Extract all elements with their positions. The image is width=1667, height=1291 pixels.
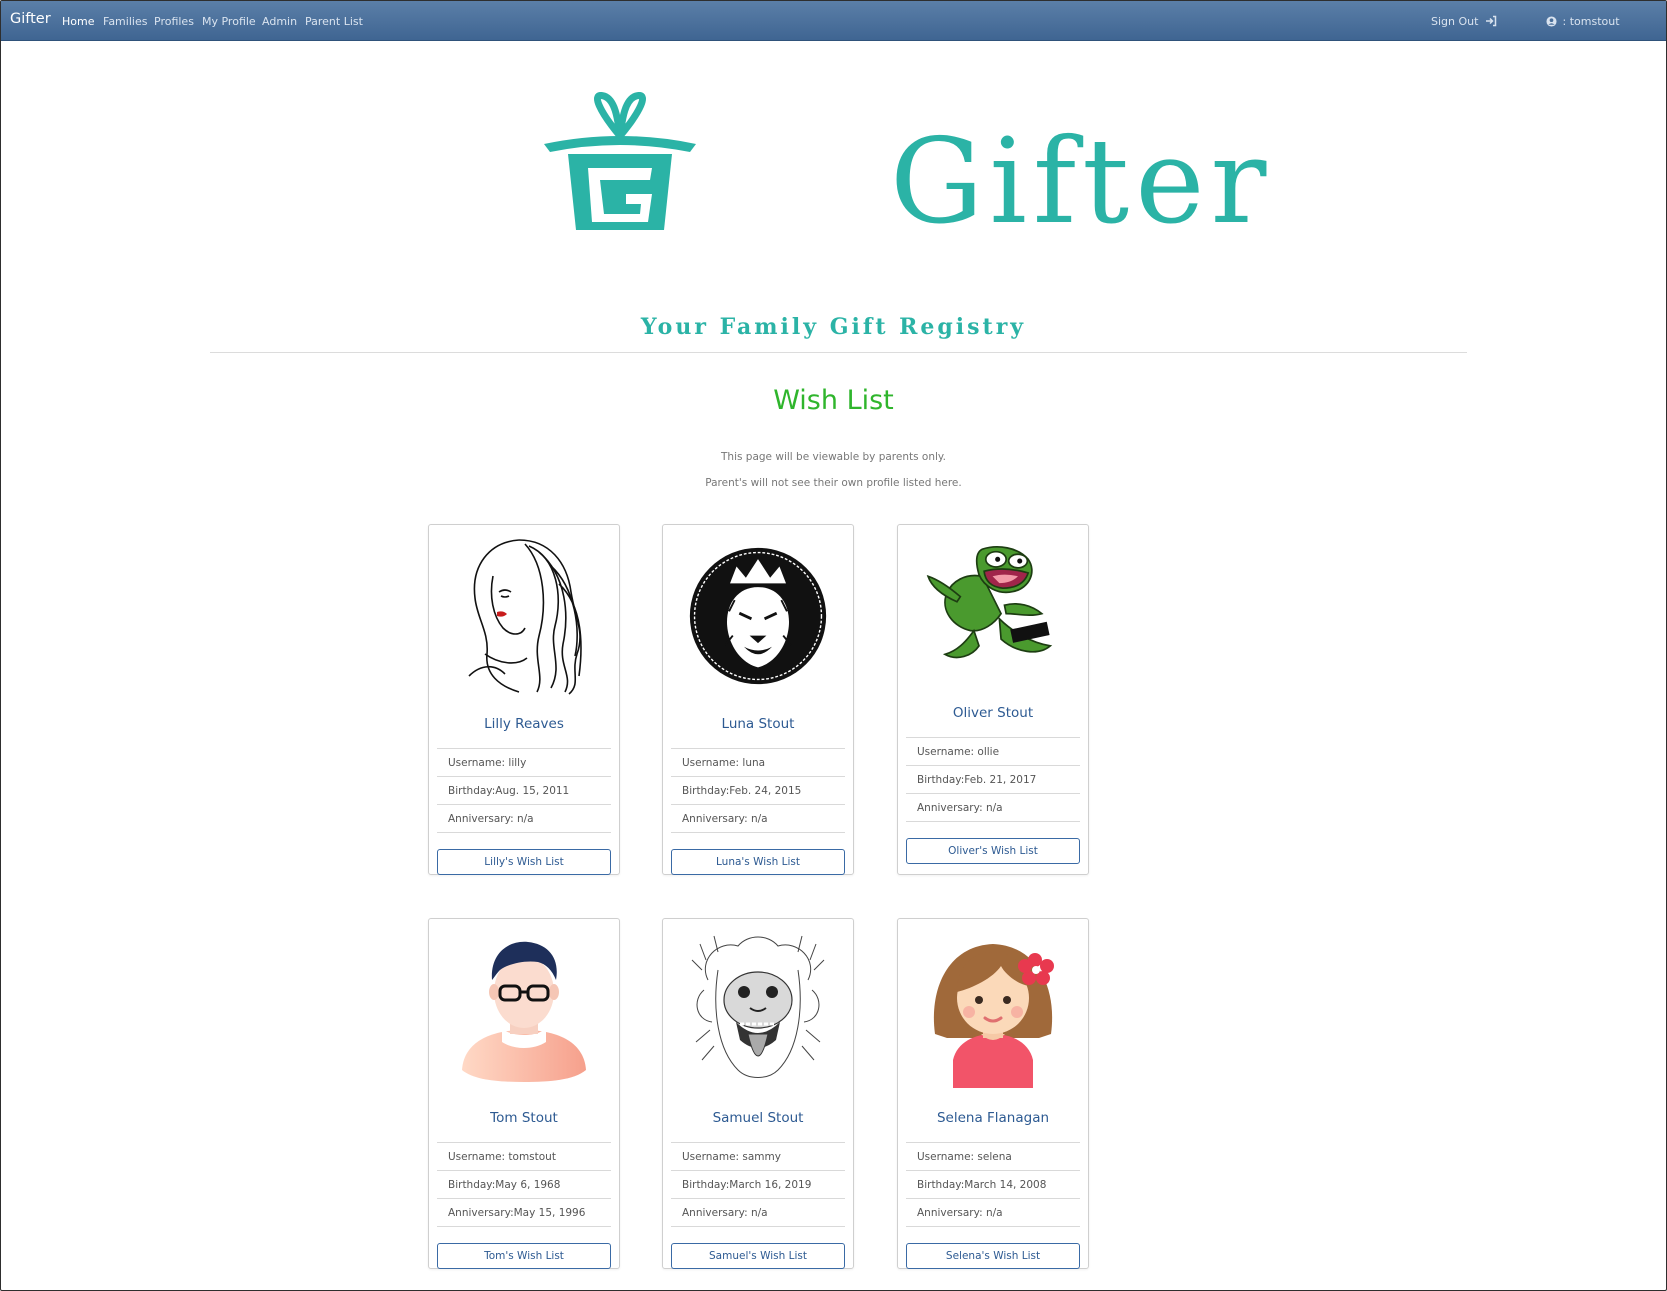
card-divider — [906, 1142, 1080, 1143]
header-divider — [210, 352, 1467, 353]
card-divider — [437, 1226, 611, 1227]
wish-list-button[interactable]: Tom's Wish List — [437, 1243, 611, 1269]
page-title: Wish List — [773, 385, 894, 416]
sign-out-label: Sign Out — [1431, 15, 1479, 28]
profile-anniversary: Anniversary: n/a — [682, 813, 768, 825]
card-divider — [906, 821, 1080, 822]
man-glasses-avatar — [454, 927, 594, 1092]
card-divider — [906, 1170, 1080, 1171]
girl-flower-avatar — [923, 927, 1063, 1092]
nav-link-home[interactable]: Home — [62, 15, 94, 28]
profile-name: Selena Flanagan — [936, 1110, 1050, 1126]
profile-card: Oliver Stout Username: ollie Birthday:Fe… — [897, 524, 1089, 875]
sign-in-icon — [1485, 15, 1497, 27]
card-divider — [671, 1226, 845, 1227]
wish-list-button[interactable]: Selena's Wish List — [906, 1243, 1080, 1269]
profile-card: Selena Flanagan Username: selena Birthda… — [897, 918, 1089, 1269]
top-navbar: Gifter Home Families Profiles My Profile… — [1, 1, 1666, 41]
card-divider — [671, 804, 845, 805]
card-divider — [906, 737, 1080, 738]
profile-username: Username: tomstout — [448, 1151, 556, 1163]
wish-list-button[interactable]: Lilly's Wish List — [437, 849, 611, 875]
frog-avatar — [923, 531, 1063, 681]
profile-username: Username: sammy — [682, 1151, 781, 1163]
profile-anniversary: Anniversary: n/a — [917, 1207, 1003, 1219]
card-divider — [906, 765, 1080, 766]
woman-sketch-avatar — [454, 533, 594, 698]
wish-list-button[interactable]: Oliver's Wish List — [906, 838, 1080, 864]
wish-list-button[interactable]: Samuel's Wish List — [671, 1243, 845, 1269]
nav-link-families[interactable]: Families — [103, 15, 147, 28]
card-divider — [437, 1142, 611, 1143]
card-divider — [671, 748, 845, 749]
profile-birthday: Birthday:March 14, 2008 — [917, 1179, 1047, 1191]
card-divider — [671, 832, 845, 833]
sign-out-link[interactable]: Sign Out — [1431, 15, 1497, 28]
profile-username: Username: selena — [917, 1151, 1012, 1163]
profile-name: Lilly Reaves — [484, 716, 564, 732]
profile-name: Samuel Stout — [712, 1110, 804, 1126]
card-divider — [671, 1142, 845, 1143]
parents-only-note: This page will be viewable by parents on… — [721, 451, 946, 463]
profile-birthday: Birthday:Aug. 15, 2011 — [448, 785, 570, 797]
navbar-brand[interactable]: Gifter — [10, 11, 51, 27]
profile-name: Luna Stout — [721, 716, 795, 732]
profile-name: Tom Stout — [490, 1110, 558, 1126]
card-divider — [906, 1198, 1080, 1199]
card-divider — [437, 1198, 611, 1199]
card-divider — [437, 776, 611, 777]
nav-link-admin[interactable]: Admin — [262, 15, 297, 28]
card-divider — [671, 776, 845, 777]
profile-birthday: Birthday:Feb. 21, 2017 — [917, 774, 1037, 786]
profile-anniversary: Anniversary: n/a — [448, 813, 534, 825]
card-divider — [671, 1170, 845, 1171]
nav-link-profiles[interactable]: Profiles — [154, 15, 194, 28]
monkey-sketch-avatar — [688, 927, 828, 1092]
own-profile-note: Parent's will not see their own profile … — [705, 477, 962, 489]
tagline: Your Family Gift Registry — [640, 314, 1027, 340]
profile-birthday: Birthday:Feb. 24, 2015 — [682, 785, 802, 797]
profile-anniversary: Anniversary: n/a — [682, 1207, 768, 1219]
card-divider — [906, 1226, 1080, 1227]
profile-card: Lilly Reaves Username: lilly Birthday:Au… — [428, 524, 620, 875]
profile-username: Username: luna — [682, 757, 766, 769]
profile-card: Samuel Stout Username: sammy Birthday:Ma… — [662, 918, 854, 1269]
lion-crown-avatar — [688, 533, 828, 698]
logo-wordmark: Gifter — [890, 113, 1273, 250]
profile-anniversary: Anniversary: n/a — [917, 802, 1003, 814]
profile-name: Oliver Stout — [952, 705, 1034, 721]
profile-card: Tom Stout Username: tomstout Birthday:Ma… — [428, 918, 620, 1269]
nav-link-my-profile[interactable]: My Profile — [202, 15, 256, 28]
profile-anniversary: Anniversary:May 15, 1996 — [448, 1207, 586, 1219]
username-label: : tomstout — [1562, 15, 1620, 28]
user-circle-icon — [1546, 16, 1557, 27]
card-divider — [437, 804, 611, 805]
card-divider — [671, 1198, 845, 1199]
nav-link-parent-list[interactable]: Parent List — [305, 15, 363, 28]
gift-logo-icon — [544, 92, 696, 230]
card-divider — [437, 748, 611, 749]
profile-username: Username: ollie — [917, 746, 1000, 758]
card-divider — [437, 832, 611, 833]
user-menu[interactable]: : tomstout — [1546, 15, 1620, 28]
profile-birthday: Birthday:March 16, 2019 — [682, 1179, 812, 1191]
card-divider — [906, 793, 1080, 794]
profile-card: Luna Stout Username: luna Birthday:Feb. … — [662, 524, 854, 875]
profile-birthday: Birthday:May 6, 1968 — [448, 1179, 561, 1191]
profile-username: Username: lilly — [448, 757, 527, 769]
wish-list-button[interactable]: Luna's Wish List — [671, 849, 845, 875]
card-divider — [437, 1170, 611, 1171]
